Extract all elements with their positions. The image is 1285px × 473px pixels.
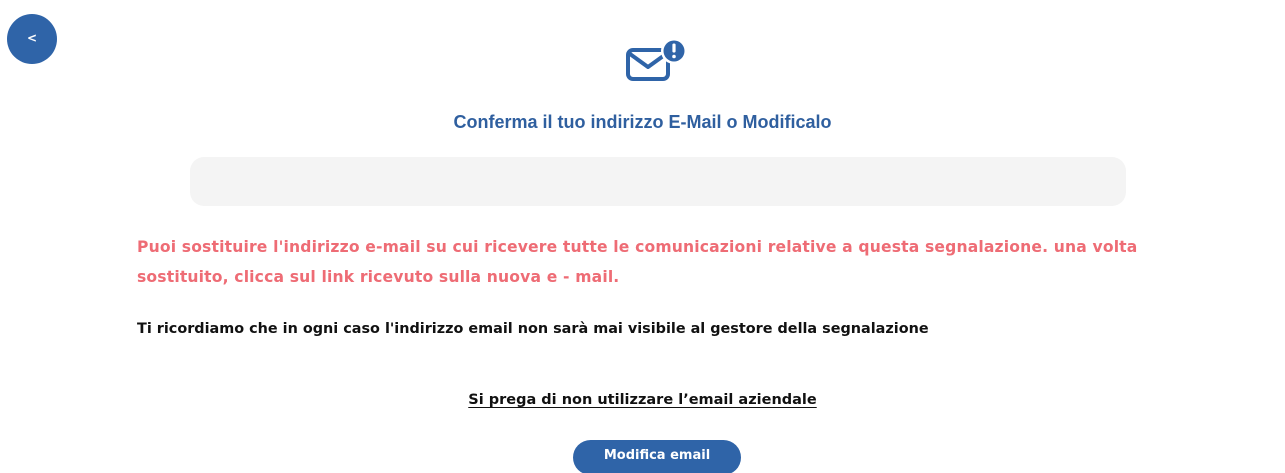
email-alert-icon (626, 38, 687, 81)
email-input[interactable] (190, 157, 1126, 206)
modify-email-button[interactable]: Modifica email (573, 440, 741, 473)
privacy-notice: Ti ricordiamo che in ogni caso l'indiriz… (137, 321, 929, 337)
email-change-info: Puoi sostituire l'indirizzo e-mail su cu… (137, 238, 1138, 286)
company-email-warning: Si prega di non utilizzare l’email azien… (468, 392, 817, 408)
page-title: Conferma il tuo indirizzo E-Mail o Modif… (453, 112, 832, 132)
back-button[interactable]: < (7, 14, 57, 64)
